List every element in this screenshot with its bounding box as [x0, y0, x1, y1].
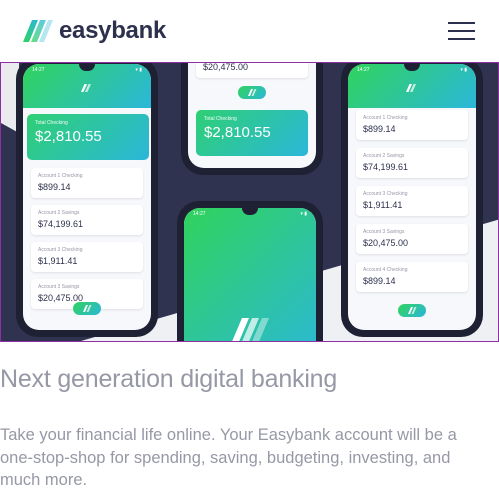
account-value: $899.14: [363, 124, 396, 134]
account-value: $1,911.41: [363, 200, 403, 210]
account-row: Account 3 Savings $20,475.00: [356, 224, 468, 254]
logo-text: easybank: [59, 17, 167, 44]
phone-center-top: $20,475.00 Total Checking $2,810.55: [181, 62, 323, 175]
account-label: Account 1 Checking: [38, 173, 83, 179]
brand-logo[interactable]: easybank: [23, 17, 167, 44]
account-label: Account 3 Savings: [363, 229, 405, 235]
easybank-logo-icon: [232, 318, 269, 341]
account-row: Account 4 Checking $899.14: [356, 262, 468, 292]
status-signal-icon: ▾ ▮: [135, 67, 142, 73]
account-row: $20,475.00: [196, 62, 308, 78]
account-value: $899.14: [363, 276, 396, 286]
account-row: Account 1 Checking $899.14: [31, 168, 143, 198]
account-label: Account 2 Savings: [38, 210, 80, 216]
phone-screen: 14:27 ▾ ▮: [184, 208, 316, 341]
balance-value: $2,810.55: [204, 124, 271, 141]
transfer-button: [73, 302, 101, 315]
account-value: $20,475.00: [203, 62, 249, 72]
phone-left: 14:27 ▾ ▮ Total Checking $2,810.55 Accou…: [16, 63, 158, 337]
balance-card: Total Checking $2,810.55: [27, 114, 149, 160]
account-row: Account 1 Checking $899.14: [356, 110, 468, 140]
status-signal-icon: ▾ ▮: [300, 211, 307, 217]
hamburger-line: [448, 30, 475, 32]
transfer-button: [398, 304, 426, 317]
balance-value: $2,810.55: [35, 128, 102, 145]
account-label: Account 3 Savings: [38, 284, 80, 290]
account-value: $74,199.61: [363, 162, 409, 172]
account-label: Account 3 Checking: [363, 191, 408, 197]
account-row: Account 2 Savings $74,199.61: [31, 205, 143, 235]
account-row: Account 3 Checking $1,911.41: [31, 242, 143, 272]
account-row: Account 2 Savings $74,199.61: [356, 148, 468, 178]
account-label: Account 4 Checking: [363, 267, 408, 273]
easybank-logo-icon: [406, 84, 416, 92]
phone-right: 14:27 ▾ ▮ Account 1 Checking $899.14 Acc…: [341, 63, 483, 337]
phone-center-bottom: 14:27 ▾ ▮: [177, 201, 323, 341]
easybank-logo-icon: [23, 20, 53, 42]
phone-screen: $20,475.00 Total Checking $2,810.55: [188, 62, 316, 168]
easybank-logo-icon: [247, 89, 256, 96]
page-title: Next generation digital banking: [0, 365, 338, 393]
balance-label: Total Checking: [35, 120, 68, 126]
hamburger-line: [448, 22, 475, 24]
easybank-logo-icon: [407, 307, 416, 314]
site-header: easybank: [0, 0, 499, 62]
hero-description: Take your financial life online. Your Ea…: [0, 426, 457, 489]
balance-card: Total Checking $2,810.55: [196, 110, 308, 156]
phone-screen: 14:27 ▾ ▮ Account 1 Checking $899.14 Acc…: [348, 64, 476, 330]
account-value: $74,199.61: [38, 219, 84, 229]
account-value: $899.14: [38, 182, 71, 192]
account-row: Account 3 Checking $1,911.41: [356, 186, 468, 216]
transfer-button: [238, 86, 266, 99]
easybank-logo-icon: [81, 84, 91, 92]
hamburger-line: [448, 38, 475, 40]
status-time: 14:27: [357, 67, 370, 73]
account-value: $1,911.41: [38, 256, 78, 266]
account-label: Account 2 Savings: [363, 153, 405, 159]
easybank-logo-icon: [82, 305, 91, 312]
status-time: 14:27: [193, 211, 206, 217]
account-label: Account 3 Checking: [38, 247, 83, 253]
account-label: Account 1 Checking: [363, 115, 408, 121]
status-time: 14:27: [32, 67, 45, 73]
balance-label: Total Checking: [204, 116, 237, 122]
hamburger-menu-button[interactable]: [448, 22, 475, 40]
hero-image: 14:27 ▾ ▮ Total Checking $2,810.55 Accou…: [0, 62, 499, 342]
phone-screen: 14:27 ▾ ▮ Total Checking $2,810.55 Accou…: [23, 64, 151, 330]
account-value: $20,475.00: [363, 238, 409, 248]
status-signal-icon: ▾ ▮: [460, 67, 467, 73]
